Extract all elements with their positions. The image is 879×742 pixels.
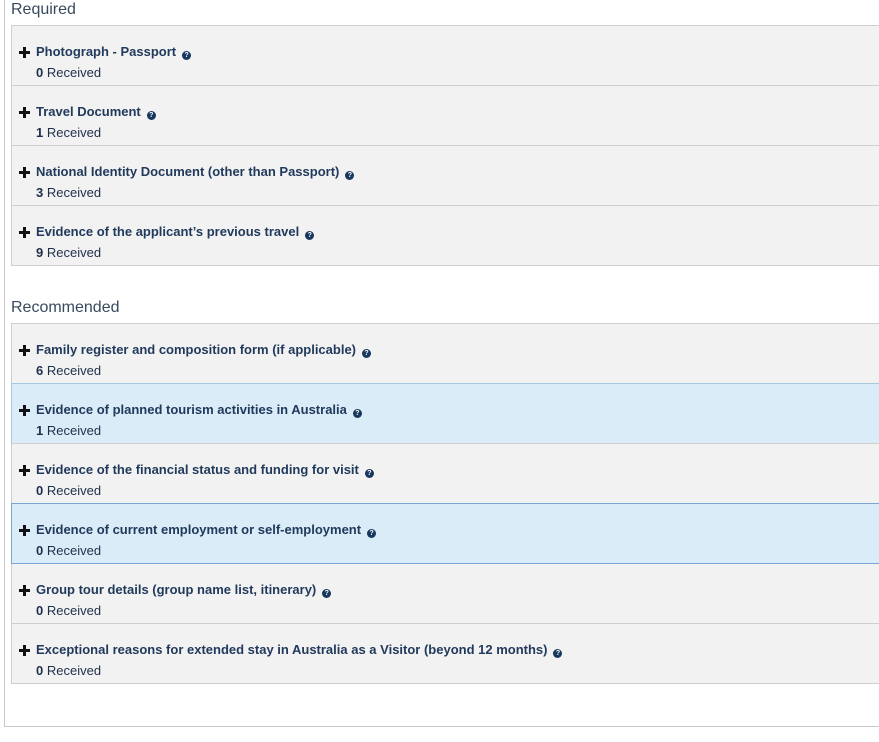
list-item[interactable]: Group tour details (group name list, iti…	[11, 563, 879, 624]
expand-plus-icon[interactable]	[19, 47, 30, 58]
list-item[interactable]: Evidence of the applicant’s previous tra…	[11, 205, 879, 266]
list-item[interactable]: Evidence of planned tourism activities i…	[11, 383, 879, 444]
received-count: 6 Received	[36, 363, 102, 378]
help-icon[interactable]: ?	[182, 51, 192, 60]
received-count: 0 Received	[36, 65, 102, 80]
help-icon[interactable]: ?	[364, 469, 374, 478]
item-title: Evidence of planned tourism activities i…	[36, 402, 362, 418]
item-title: Photograph - Passport?	[36, 44, 192, 60]
list-item[interactable]: National Identity Document (other than P…	[11, 145, 879, 206]
list-item[interactable]: Evidence of the financial status and fun…	[11, 443, 879, 504]
help-icon[interactable]: ?	[305, 231, 315, 240]
help-icon[interactable]: ?	[553, 649, 563, 658]
received-count: 3 Received	[36, 185, 102, 200]
list-item[interactable]: Family register and composition form (if…	[11, 323, 879, 384]
expand-plus-icon[interactable]	[19, 227, 30, 238]
item-title: Family register and composition form (if…	[36, 342, 371, 358]
received-count: 9 Received	[36, 245, 102, 260]
item-title: Evidence of the applicant’s previous tra…	[36, 224, 315, 240]
required-list: Photograph - Passport? 0 Received Travel…	[11, 25, 879, 266]
item-title: Exceptional reasons for extended stay in…	[36, 642, 563, 658]
expand-plus-icon[interactable]	[19, 525, 30, 536]
received-count: 0 Received	[36, 603, 102, 618]
expand-plus-icon[interactable]	[19, 465, 30, 476]
item-title: National Identity Document (other than P…	[36, 164, 355, 180]
received-count: 1 Received	[36, 125, 102, 140]
help-icon[interactable]: ?	[345, 171, 355, 180]
list-item[interactable]: Photograph - Passport? 0 Received	[11, 25, 879, 86]
item-title: Evidence of the financial status and fun…	[36, 462, 374, 478]
help-icon[interactable]: ?	[367, 529, 377, 538]
help-icon[interactable]: ?	[352, 409, 362, 418]
list-item[interactable]: Travel Document? 1 Received	[11, 85, 879, 146]
section-title-required: Required	[11, 1, 76, 18]
list-item[interactable]: Evidence of current employment or self-e…	[11, 503, 879, 564]
help-icon[interactable]: ?	[146, 111, 156, 120]
help-icon[interactable]: ?	[322, 589, 332, 598]
list-item[interactable]: Exceptional reasons for extended stay in…	[11, 623, 879, 684]
expand-plus-icon[interactable]	[19, 405, 30, 416]
expand-plus-icon[interactable]	[19, 107, 30, 118]
item-title: Evidence of current employment or self-e…	[36, 522, 377, 538]
recommended-list: Family register and composition form (if…	[11, 323, 879, 684]
received-count: 0 Received	[36, 663, 102, 678]
received-count: 0 Received	[36, 543, 102, 558]
expand-plus-icon[interactable]	[19, 167, 30, 178]
item-title: Travel Document?	[36, 104, 156, 120]
expand-plus-icon[interactable]	[19, 645, 30, 656]
expand-plus-icon[interactable]	[19, 585, 30, 596]
received-count: 1 Received	[36, 423, 102, 438]
help-icon[interactable]: ?	[362, 349, 371, 358]
received-count: 0 Received	[36, 483, 102, 498]
expand-plus-icon[interactable]	[19, 345, 30, 356]
item-title: Group tour details (group name list, iti…	[36, 582, 332, 598]
section-title-recommended: Recommended	[11, 299, 120, 316]
